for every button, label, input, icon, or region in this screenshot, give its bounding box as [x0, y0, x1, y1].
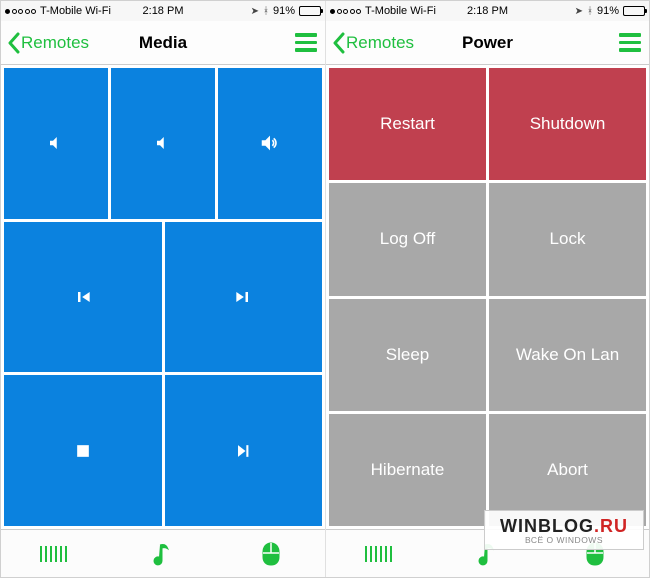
skip-previous-icon — [73, 287, 93, 307]
abort-button[interactable]: Abort — [489, 414, 646, 526]
shutdown-button[interactable]: Shutdown — [489, 68, 646, 180]
battery-icon — [623, 6, 645, 16]
screen-media: T-Mobile Wi-Fi 2:18 PM ➤ ᚼ 91% Remotes M… — [1, 1, 325, 577]
stop-button[interactable] — [4, 375, 162, 526]
lock-button[interactable]: Lock — [489, 183, 646, 295]
nav-bar: Remotes Media — [1, 21, 325, 65]
keyboard-tab-button[interactable] — [326, 530, 434, 577]
volume-mute-icon — [154, 134, 172, 152]
restart-button[interactable]: Restart — [329, 68, 486, 180]
status-bar: T-Mobile Wi-Fi 2:18 PM ➤ ᚼ 91% — [326, 1, 649, 21]
nav-bar: Remotes Power — [326, 21, 649, 65]
volume-up-button[interactable] — [218, 68, 322, 219]
volume-low-icon — [47, 134, 65, 152]
back-label: Remotes — [21, 33, 89, 53]
menu-button[interactable] — [293, 30, 319, 56]
logoff-button[interactable]: Log Off — [329, 183, 486, 295]
mute-button[interactable] — [111, 68, 215, 219]
battery-icon — [299, 6, 321, 16]
music-tab-button[interactable] — [434, 530, 542, 577]
next-track-button[interactable] — [165, 222, 323, 373]
bottom-toolbar — [326, 529, 649, 577]
wakeonlan-button[interactable]: Wake On Lan — [489, 299, 646, 411]
signal-dots-icon — [5, 9, 36, 14]
location-icon: ➤ — [575, 6, 583, 17]
mouse-icon — [261, 541, 281, 567]
skip-next-icon — [233, 287, 253, 307]
play-step-button[interactable] — [165, 375, 323, 526]
back-label: Remotes — [346, 33, 414, 53]
keyboard-tab-button[interactable] — [1, 530, 109, 577]
menu-button[interactable] — [617, 30, 643, 56]
keyboard-icon — [40, 544, 70, 564]
signal-dots-icon — [330, 9, 361, 14]
location-icon: ➤ — [251, 6, 259, 17]
hamburger-icon — [619, 33, 641, 37]
battery-pct: 91% — [273, 5, 295, 17]
bluetooth-icon: ᚼ — [587, 6, 593, 17]
mouse-tab-button[interactable] — [217, 530, 325, 577]
hamburger-icon — [295, 33, 317, 37]
music-note-icon — [152, 541, 174, 567]
previous-track-button[interactable] — [4, 222, 162, 373]
status-bar: T-Mobile Wi-Fi 2:18 PM ➤ ᚼ 91% — [1, 1, 325, 21]
mouse-icon — [585, 541, 605, 567]
keyboard-icon — [365, 544, 395, 564]
back-button[interactable]: Remotes — [7, 32, 89, 54]
volume-high-icon — [259, 132, 281, 154]
volume-down-button[interactable] — [4, 68, 108, 219]
hibernate-button[interactable]: Hibernate — [329, 414, 486, 526]
mouse-tab-button[interactable] — [541, 530, 649, 577]
bottom-toolbar — [1, 529, 325, 577]
stop-icon — [73, 441, 93, 461]
play-step-icon — [233, 441, 253, 461]
screen-power: T-Mobile Wi-Fi 2:18 PM ➤ ᚼ 91% Remotes P… — [325, 1, 649, 577]
music-tab-button[interactable] — [109, 530, 217, 577]
bluetooth-icon: ᚼ — [263, 6, 269, 17]
carrier-label: T-Mobile Wi-Fi — [40, 5, 111, 17]
back-button[interactable]: Remotes — [332, 32, 414, 54]
chevron-left-icon — [332, 32, 346, 54]
battery-pct: 91% — [597, 5, 619, 17]
music-note-icon — [477, 541, 499, 567]
sleep-button[interactable]: Sleep — [329, 299, 486, 411]
carrier-label: T-Mobile Wi-Fi — [365, 5, 436, 17]
chevron-left-icon — [7, 32, 21, 54]
